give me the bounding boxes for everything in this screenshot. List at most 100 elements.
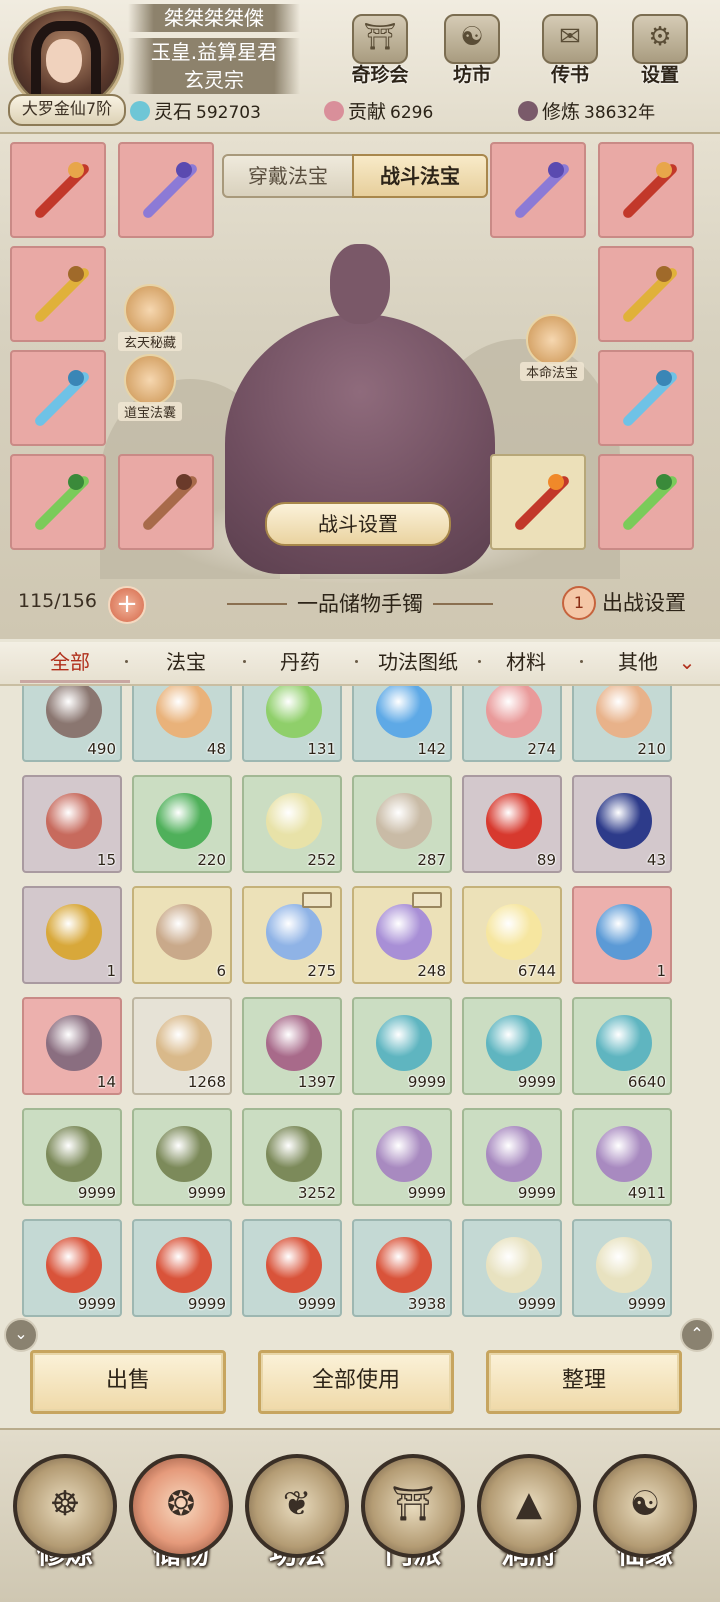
deploy-count-badge: 1 (562, 586, 596, 620)
inventory-item[interactable]: 4911 (572, 1108, 672, 1206)
nav-fate[interactable]: ☯ 仙缘 (590, 1454, 700, 1594)
chevron-down-icon[interactable]: ⌄ (672, 642, 702, 682)
equipment-panel: 穿戴法宝 战斗法宝 玄天秘藏 道宝法囊 本命法宝 战斗设置 115/156 + … (0, 134, 720, 639)
deploy-settings-button[interactable]: 1 出战设置 (562, 584, 686, 622)
inventory-item[interactable]: 1 (22, 886, 122, 984)
sell-button[interactable]: 出售 (30, 1350, 226, 1414)
nav-cultivation[interactable]: ☸ 修炼 (10, 1454, 120, 1594)
item-quantity: 287 (417, 851, 446, 869)
item-icon (596, 793, 652, 849)
equip-slot[interactable] (598, 350, 694, 446)
item-icon (156, 1015, 212, 1071)
equip-slot[interactable] (490, 142, 586, 238)
equip-slot[interactable] (118, 142, 214, 238)
tab-materials[interactable]: 材料 (476, 642, 576, 682)
item-icon (266, 793, 322, 849)
inventory-item[interactable]: 15 (22, 775, 122, 873)
mystic-vault-icon (124, 284, 176, 336)
inventory-item[interactable]: 14 (22, 997, 122, 1095)
item-quantity: 3252 (297, 1184, 336, 1202)
equip-slot[interactable] (10, 454, 106, 550)
treasure-pavilion-button[interactable]: ⛩ 奇珍会 (340, 14, 420, 86)
item-quantity: 15 (96, 851, 116, 869)
inventory-item[interactable]: 131 (242, 686, 342, 762)
inventory-item[interactable]: 9999 (462, 1108, 562, 1206)
inventory-item[interactable]: 142 (352, 686, 452, 762)
inventory-item[interactable]: 3938 (352, 1219, 452, 1317)
item-quantity: 274 (527, 740, 556, 758)
inventory-item[interactable]: 43 (572, 775, 672, 873)
item-icon (266, 904, 322, 960)
inventory-item[interactable]: 89 (462, 775, 562, 873)
use-all-button[interactable]: 全部使用 (258, 1350, 454, 1414)
nav-storage[interactable]: ❂ 储物 (126, 1454, 236, 1594)
tab-treasure[interactable]: 法宝 (136, 642, 236, 682)
market-button[interactable]: ☯ 坊市 (432, 14, 512, 86)
inventory-item[interactable]: 9999 (132, 1219, 232, 1317)
item-icon (486, 904, 542, 960)
inventory-item[interactable]: 48 (132, 686, 232, 762)
equip-slot[interactable] (598, 454, 694, 550)
tab-all[interactable]: 全部 (20, 642, 120, 682)
tab-technique-blueprints[interactable]: 功法图纸 (358, 642, 478, 682)
equip-slot[interactable] (10, 350, 106, 446)
item-icon (46, 686, 102, 738)
inventory-item[interactable]: 6640 (572, 997, 672, 1095)
natal-treasure-button[interactable]: 本命法宝 (520, 314, 584, 381)
inventory-item[interactable]: 3252 (242, 1108, 342, 1206)
treasure-pouch-button[interactable]: 道宝法囊 (118, 354, 182, 421)
inventory-item[interactable]: 248 (352, 886, 452, 984)
expand-capacity-button[interactable]: + (108, 586, 146, 624)
item-icon (486, 686, 542, 738)
scroll-message-icon: ✉ (542, 14, 598, 64)
organize-button[interactable]: 整理 (486, 1350, 682, 1414)
item-quantity: 210 (637, 740, 666, 758)
inventory-item[interactable]: 9999 (352, 997, 452, 1095)
inventory-item[interactable]: 9999 (462, 997, 562, 1095)
inventory-item[interactable]: 210 (572, 686, 672, 762)
equip-slot[interactable] (118, 454, 214, 550)
storage-bag-icon: ❂ (129, 1454, 233, 1558)
inventory-item[interactable]: 9999 (462, 1219, 562, 1317)
natal-treasure-slot[interactable] (490, 454, 586, 550)
inventory-item[interactable]: 220 (132, 775, 232, 873)
inventory-item[interactable]: 1268 (132, 997, 232, 1095)
item-icon (376, 1015, 432, 1071)
item-icon (266, 1237, 322, 1293)
inventory-item[interactable]: 9999 (242, 1219, 342, 1317)
nav-sect[interactable]: ⛩ 门派 (358, 1454, 468, 1594)
inventory-item[interactable]: 9999 (572, 1219, 672, 1317)
battle-settings-button[interactable]: 战斗设置 (265, 502, 451, 546)
inventory-item[interactable]: 490 (22, 686, 122, 762)
inventory-item[interactable]: 274 (462, 686, 562, 762)
player-name: 桀桀桀桀傑 (128, 4, 300, 32)
item-quantity: 9999 (407, 1073, 446, 1091)
inventory-item[interactable]: 287 (352, 775, 452, 873)
inventory-item[interactable]: 6 (132, 886, 232, 984)
nav-cave[interactable]: ▲ 洞府 (474, 1454, 584, 1594)
nav-technique[interactable]: ❦ 功法 (242, 1454, 352, 1594)
item-quantity: 275 (307, 962, 336, 980)
tab-wear-treasure[interactable]: 穿戴法宝 (222, 154, 354, 198)
equip-slot[interactable] (10, 246, 106, 342)
mystic-vault-button[interactable]: 玄天秘藏 (118, 284, 182, 351)
equip-slot[interactable] (10, 142, 106, 238)
tab-pills[interactable]: 丹药 (250, 642, 350, 682)
inventory-item[interactable]: 9999 (22, 1108, 122, 1206)
scroll-down-button[interactable]: ⌄ (4, 1318, 38, 1352)
inventory-item[interactable]: 9999 (132, 1108, 232, 1206)
inventory-item[interactable]: 1397 (242, 997, 342, 1095)
inventory-item[interactable]: 1 (572, 886, 672, 984)
inventory-item[interactable]: 275 (242, 886, 342, 984)
message-button[interactable]: ✉ 传书 (530, 14, 610, 86)
equip-slot[interactable] (598, 246, 694, 342)
inventory-item[interactable]: 6744 (462, 886, 562, 984)
tab-battle-treasure[interactable]: 战斗法宝 (352, 154, 488, 198)
scroll-up-button[interactable]: ⌃ (680, 1318, 714, 1352)
equip-slot[interactable] (598, 142, 694, 238)
inventory-item[interactable]: 9999 (22, 1219, 122, 1317)
inventory-item[interactable]: 252 (242, 775, 342, 873)
settings-button[interactable]: ⚙ 设置 (620, 14, 700, 86)
inventory-item[interactable]: 9999 (352, 1108, 452, 1206)
item-icon (156, 1126, 212, 1182)
